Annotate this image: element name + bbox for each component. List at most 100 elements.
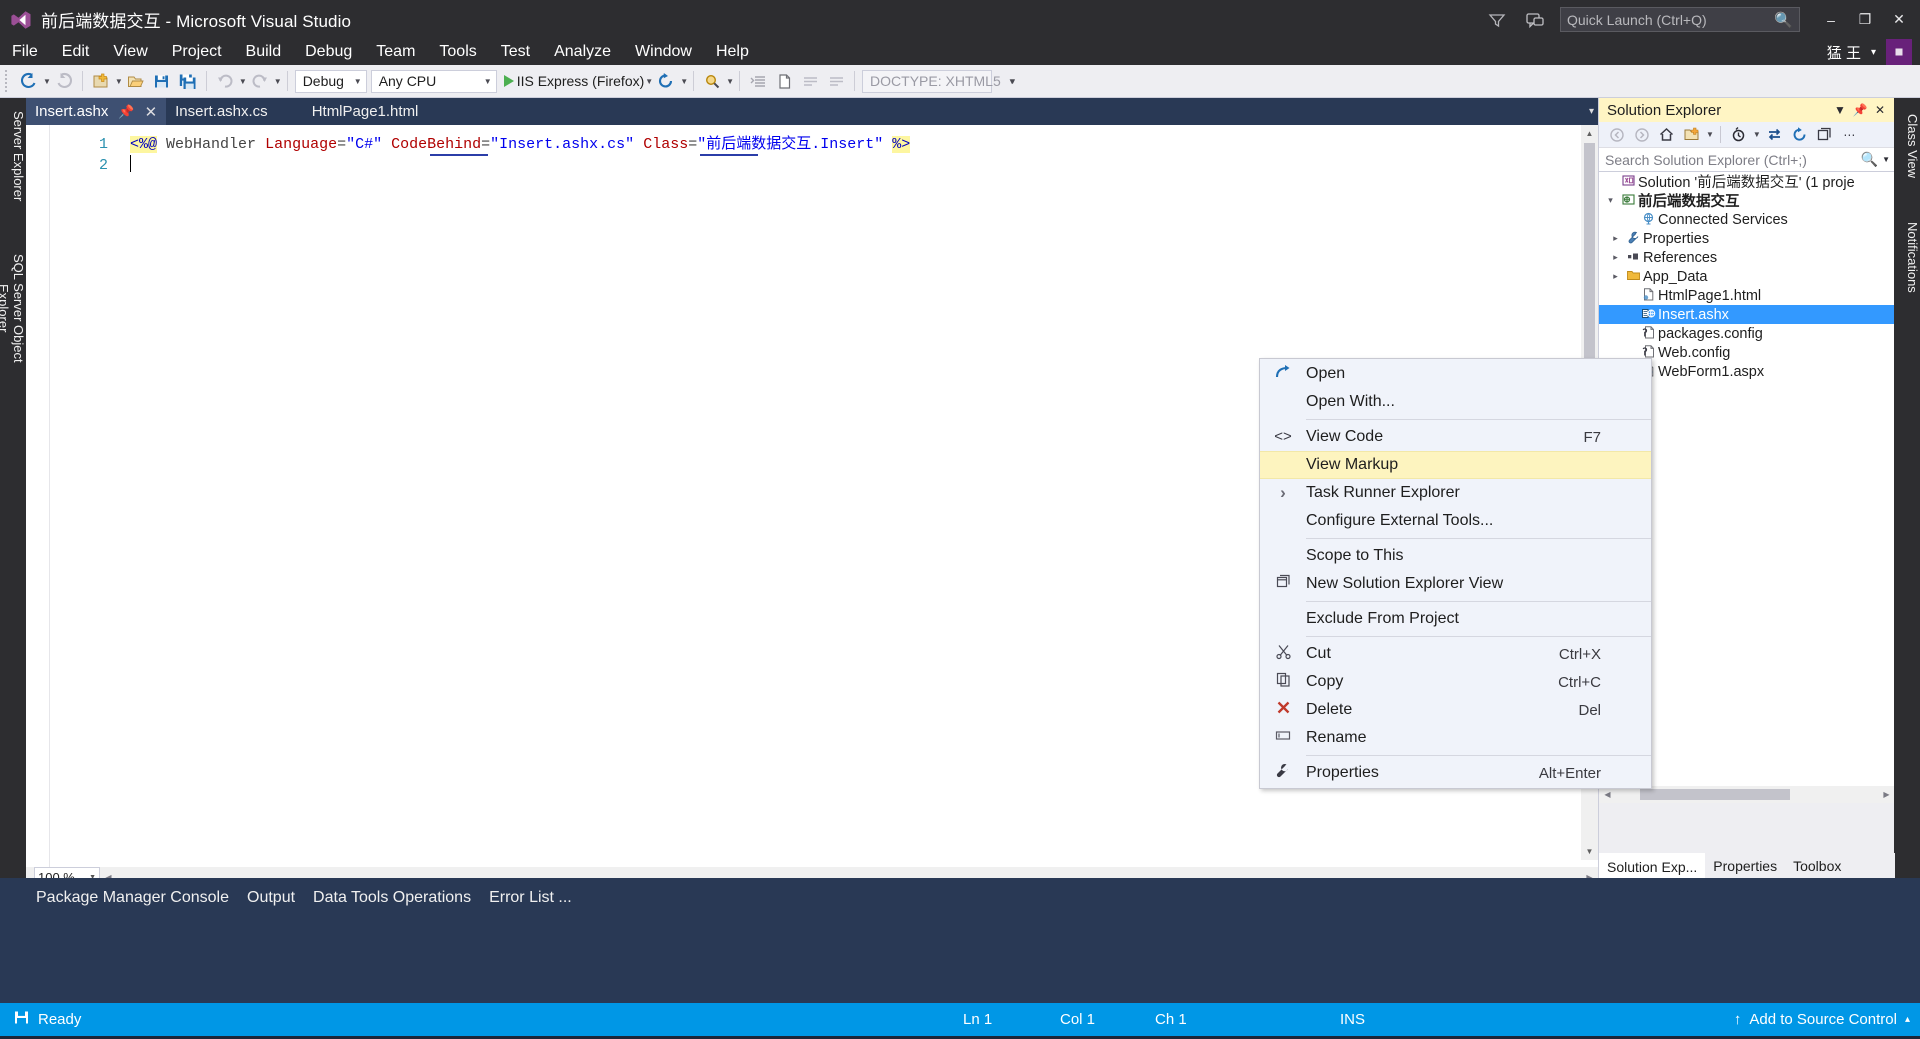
open-file-icon[interactable]: [123, 67, 149, 95]
start-debug-label[interactable]: IIS Express (Firefox): [517, 73, 645, 89]
pin-icon[interactable]: 📌: [118, 104, 134, 120]
tree-item-project[interactable]: ▾ 前后端数据交互: [1599, 191, 1894, 210]
refresh-icon[interactable]: [653, 67, 679, 95]
pending-changes-icon[interactable]: [1727, 124, 1750, 146]
chevron-up-icon[interactable]: ▴: [1905, 1014, 1910, 1025]
start-debug-chevron-icon[interactable]: ▼: [645, 77, 653, 86]
tree-item-connected-services[interactable]: Connected Services: [1599, 210, 1894, 229]
find-chevron-icon[interactable]: ▼: [726, 77, 734, 86]
context-menu-item-cut[interactable]: Cut Ctrl+X: [1260, 640, 1651, 668]
new-document-icon[interactable]: [771, 67, 797, 95]
source-control-area[interactable]: ↑ Add to Source Control ▴: [1734, 1011, 1910, 1028]
new-project-icon[interactable]: [88, 67, 114, 95]
save-all-icon[interactable]: [175, 67, 201, 95]
bottom-tab-package-manager-console[interactable]: Package Manager Console: [36, 889, 229, 907]
toolbar-overflow-icon[interactable]: ▼: [1008, 77, 1016, 86]
save-icon[interactable]: [149, 67, 175, 95]
context-menu-item-delete[interactable]: Delete Del: [1260, 696, 1651, 724]
menu-item-view[interactable]: View: [101, 41, 159, 63]
user-name-label[interactable]: 猛 王: [1827, 42, 1861, 63]
context-menu-item-exclude-from-project[interactable]: Exclude From Project: [1260, 605, 1651, 633]
solution-explorer-search[interactable]: 🔍 ▼: [1599, 148, 1894, 172]
solution-configuration-combo[interactable]: Debug ▼: [294, 69, 367, 93]
expander-icon[interactable]: ▸: [1608, 271, 1623, 282]
tree-item-htmlpage1-html[interactable]: HtmlPage1.html: [1599, 286, 1894, 305]
chevron-down-icon[interactable]: ▾: [1871, 47, 1876, 58]
bottom-tab-output[interactable]: Output: [247, 889, 295, 907]
send-feedback-icon[interactable]: [1522, 7, 1548, 33]
close-icon[interactable]: ✕: [1870, 103, 1890, 117]
tree-item-packages-config[interactable]: packages.config: [1599, 324, 1894, 343]
collapse-all-icon[interactable]: [1813, 124, 1836, 146]
avatar[interactable]: [1886, 39, 1912, 65]
tree-item-properties[interactable]: ▸ Properties: [1599, 229, 1894, 248]
quick-launch-input[interactable]: Quick Launch (Ctrl+Q) 🔍: [1560, 7, 1800, 32]
bottom-tab-error-list[interactable]: Error List ...: [489, 889, 572, 907]
dock-tab-server-explorer[interactable]: Server Explorer: [0, 102, 26, 210]
minimize-button[interactable]: –: [1814, 0, 1848, 39]
new-folder-chevron-icon[interactable]: ▼: [1706, 130, 1714, 139]
home-icon[interactable]: [1655, 124, 1678, 146]
source-control-label[interactable]: Add to Source Control: [1749, 1011, 1897, 1028]
menu-item-help[interactable]: Help: [704, 41, 761, 63]
dock-tab-class-view[interactable]: Class View: [1894, 104, 1920, 188]
context-menu-item-task-runner-explorer[interactable]: › Task Runner Explorer: [1260, 479, 1651, 507]
tab-properties[interactable]: Properties: [1705, 853, 1785, 878]
context-menu-item-rename[interactable]: Rename: [1260, 724, 1651, 752]
menu-item-build[interactable]: Build: [234, 41, 294, 63]
search-icon[interactable]: 🔍: [1774, 11, 1793, 29]
tree-item-references[interactable]: ▸ References: [1599, 248, 1894, 267]
editor-tab-insert-ashx-cs[interactable]: Insert.ashx.cs: [166, 98, 277, 125]
dock-tab-notifications[interactable]: Notifications: [1894, 204, 1920, 310]
context-menu-item-new-solution-explorer-view[interactable]: New Solution Explorer View: [1260, 570, 1651, 598]
chevron-down-icon[interactable]: ▼: [1882, 155, 1890, 164]
close-icon[interactable]: ✕: [145, 103, 158, 121]
menu-item-window[interactable]: Window: [623, 41, 704, 63]
pending-changes-chevron-icon[interactable]: ▼: [1753, 130, 1761, 139]
status-insert-mode[interactable]: INS: [1340, 1011, 1365, 1028]
chevron-down-icon[interactable]: ▼: [354, 77, 362, 86]
solution-explorer-overflow-icon[interactable]: ⋯: [1838, 124, 1861, 146]
chevron-down-icon[interactable]: ▾: [1589, 106, 1594, 117]
scroll-up-arrow-icon[interactable]: ▲: [1581, 125, 1598, 142]
context-menu[interactable]: Open Open With... <> View Code F7 View M…: [1259, 358, 1652, 789]
new-project-chevron-icon[interactable]: ▼: [115, 77, 123, 86]
search-icon[interactable]: 🔍: [1861, 151, 1878, 168]
menu-item-edit[interactable]: Edit: [50, 41, 102, 63]
context-menu-item-copy[interactable]: Copy Ctrl+C: [1260, 668, 1651, 696]
context-menu-item-configure-external-tools[interactable]: Configure External Tools...: [1260, 507, 1651, 535]
navigate-backward-icon[interactable]: [16, 67, 42, 95]
scroll-track[interactable]: [1616, 786, 1878, 803]
find-in-files-icon[interactable]: [699, 67, 725, 95]
tree-item-app-data[interactable]: ▸ App_Data: [1599, 267, 1894, 286]
toolbar-grip[interactable]: [3, 70, 13, 92]
context-menu-item-open[interactable]: Open: [1260, 360, 1651, 388]
expander-icon[interactable]: ▸: [1608, 233, 1623, 244]
context-menu-item-scope-to-this[interactable]: Scope to This: [1260, 542, 1651, 570]
editor-tab-insert-ashx[interactable]: Insert.ashx 📌 ✕: [26, 98, 167, 125]
refresh-icon[interactable]: [1788, 124, 1811, 146]
menu-item-team[interactable]: Team: [364, 41, 427, 63]
context-menu-item-properties[interactable]: Properties Alt+Enter: [1260, 759, 1651, 787]
tab-solution-explorer[interactable]: Solution Exp...: [1599, 853, 1706, 878]
bottom-tab-data-tools-operations[interactable]: Data Tools Operations: [313, 889, 471, 907]
menu-item-tools[interactable]: Tools: [427, 41, 488, 63]
chevron-down-icon[interactable]: ▼: [1830, 103, 1850, 117]
start-debug-icon[interactable]: [503, 75, 514, 87]
expander-icon[interactable]: ▸: [1608, 252, 1623, 263]
navigate-backward-chevron-icon[interactable]: ▼: [43, 77, 51, 86]
menu-item-analyze[interactable]: Analyze: [542, 41, 623, 63]
sync-with-active-document-icon[interactable]: [1763, 124, 1786, 146]
close-button[interactable]: ✕: [1882, 0, 1916, 39]
menu-item-project[interactable]: Project: [160, 41, 234, 63]
chevron-down-icon[interactable]: ▼: [484, 77, 492, 86]
menu-item-file[interactable]: File: [0, 41, 50, 63]
context-menu-item-view-code[interactable]: <> View Code F7: [1260, 423, 1651, 451]
context-menu-item-open-with[interactable]: Open With...: [1260, 388, 1651, 416]
doctype-combo[interactable]: DOCTYPE: XHTML5 ▼: [862, 69, 1017, 93]
maximize-button[interactable]: ❐: [1848, 0, 1882, 39]
search-input[interactable]: [1605, 151, 1861, 168]
scroll-right-arrow-icon[interactable]: ▶: [1878, 790, 1894, 799]
expander-icon[interactable]: ▾: [1603, 195, 1618, 206]
scroll-down-arrow-icon[interactable]: ▼: [1581, 843, 1598, 860]
